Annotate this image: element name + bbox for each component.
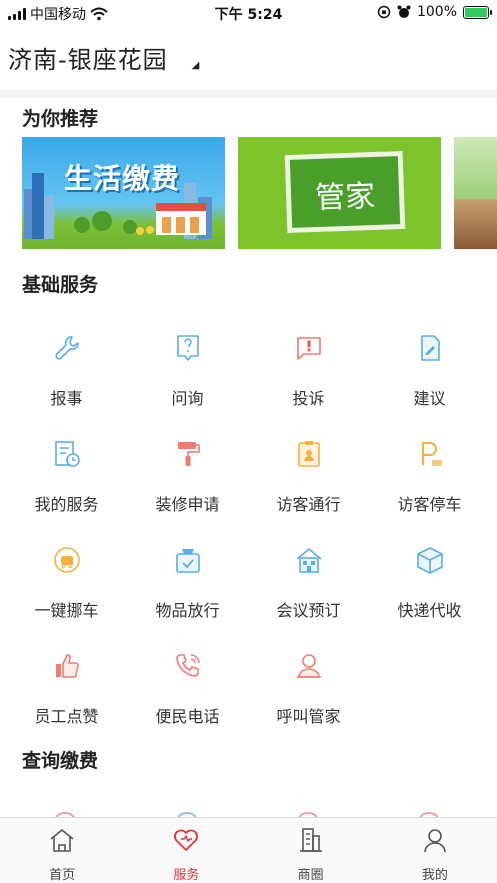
service-visitor-parking[interactable]: 访客停车 — [369, 439, 490, 545]
service-label: 投诉 — [292, 389, 325, 408]
banner-butler-card: 管家 — [284, 150, 406, 234]
tab-label: 首页 — [49, 868, 76, 883]
complaint-icon — [297, 337, 321, 360]
service-renovation[interactable]: 装修申请 — [127, 439, 248, 545]
service-my-services[interactable]: 我的服务 — [6, 439, 127, 545]
banner-butler-text: 管家 — [314, 178, 376, 217]
service-item-release[interactable]: 物品放行 — [127, 545, 248, 651]
tab-label: 商圈 — [297, 868, 324, 883]
tab-business-district[interactable]: 商圈 — [249, 818, 373, 883]
caret-down-icon: ◢ — [191, 60, 201, 71]
status-bar: 中国移动 下午 5:24 100% — [0, 0, 497, 26]
parcel-box-icon — [417, 547, 443, 574]
tab-mine[interactable]: 我的 — [373, 818, 497, 883]
butler-icon — [297, 654, 321, 678]
home-icon — [50, 829, 74, 852]
service-staff-like[interactable]: 员工点赞 — [6, 651, 127, 757]
service-suggestion[interactable]: 建议 — [369, 333, 490, 439]
user-icon — [424, 829, 446, 853]
service-label: 呼叫管家 — [276, 707, 341, 726]
banner-carousel[interactable]: 生活缴费 管家 — [22, 137, 497, 249]
banner-life-payment[interactable]: 生活缴费 — [22, 137, 225, 249]
edit-doc-icon — [421, 335, 440, 361]
service-label: 一键挪车 — [34, 601, 99, 620]
tab-home[interactable]: 首页 — [0, 818, 124, 883]
service-label: 访客通行 — [276, 495, 341, 514]
service-inquiry[interactable]: 问询 — [127, 333, 248, 439]
move-car-icon — [54, 547, 80, 573]
query-payment-title: 查询缴费 — [22, 750, 99, 772]
question-icon — [177, 335, 199, 361]
location-selector[interactable]: 济南-银座花园 ◢ — [8, 40, 200, 75]
service-label: 建议 — [413, 389, 446, 408]
service-label: 访客停车 — [397, 495, 462, 514]
service-label: 报事 — [50, 389, 83, 408]
service-visitor-pass[interactable]: 访客通行 — [248, 439, 369, 545]
recommend-title: 为你推荐 — [22, 108, 99, 130]
section-divider — [0, 90, 497, 98]
service-record-icon — [55, 441, 80, 467]
status-right: 100% — [377, 4, 492, 20]
paint-roller-icon — [178, 442, 200, 466]
banner-third[interactable] — [454, 137, 497, 249]
tab-label: 我的 — [421, 868, 448, 883]
service-label: 问询 — [171, 389, 204, 408]
tab-bar: 首页 服务 商圈 我的 — [0, 817, 497, 883]
heart-icon — [174, 829, 199, 851]
banner-butler[interactable]: 管家 — [238, 137, 441, 249]
tab-service[interactable]: 服务 — [124, 818, 248, 883]
service-label: 我的服务 — [34, 495, 99, 514]
service-move-car[interactable]: 一键挪车 — [6, 545, 127, 651]
service-parcel-collection[interactable]: 快递代收 — [369, 545, 490, 651]
phone-icon — [176, 654, 200, 677]
package-release-icon — [176, 549, 200, 573]
rotation-lock-icon — [377, 5, 391, 19]
thumbs-up-icon — [56, 654, 79, 678]
service-call-butler[interactable]: 呼叫管家 — [248, 651, 369, 757]
building-icon — [299, 828, 322, 852]
service-label: 装修申请 — [155, 495, 220, 514]
service-label: 快递代收 — [397, 601, 462, 620]
alarm-icon — [397, 5, 411, 18]
service-label: 员工点赞 — [34, 707, 99, 726]
parking-icon — [422, 442, 442, 466]
battery-icon — [463, 5, 492, 19]
service-complaint[interactable]: 投诉 — [248, 333, 369, 439]
tab-label: 服务 — [173, 868, 200, 883]
battery-fill — [465, 7, 487, 17]
location-label: 济南-银座花园 — [8, 46, 168, 74]
service-meeting-booking[interactable]: 会议预订 — [248, 545, 369, 651]
service-label: 便民电话 — [155, 707, 220, 726]
banner-life-payment-text: 生活缴费 — [64, 162, 181, 195]
meeting-room-icon — [296, 547, 322, 573]
basic-services-title: 基础服务 — [22, 274, 99, 296]
service-label: 会议预订 — [276, 601, 341, 620]
service-report[interactable]: 报事 — [6, 333, 127, 439]
service-public-phone[interactable]: 便民电话 — [127, 651, 248, 757]
visitor-pass-icon — [298, 441, 320, 467]
service-label: 物品放行 — [155, 601, 220, 620]
battery-percent: 100% — [416, 4, 457, 20]
wrench-icon — [55, 336, 79, 360]
